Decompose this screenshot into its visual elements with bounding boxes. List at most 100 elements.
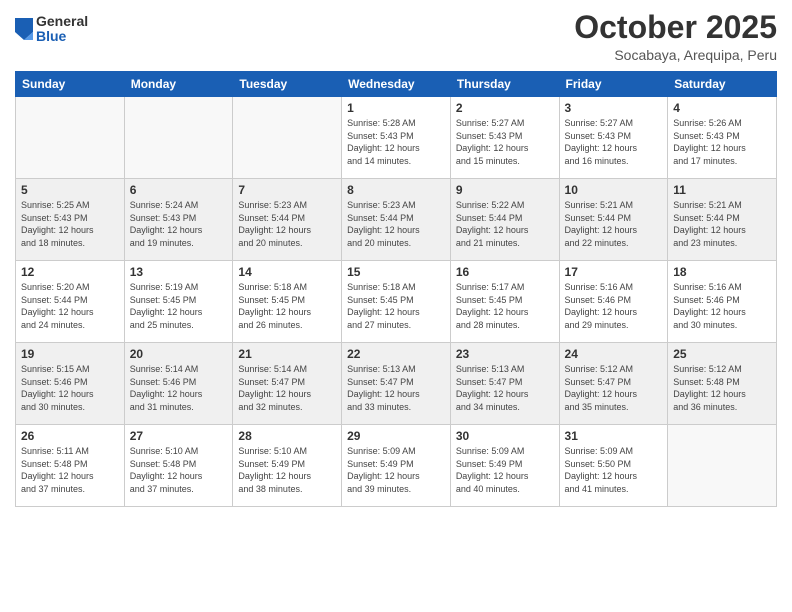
- weekday-header: Tuesday: [233, 72, 342, 97]
- calendar-cell: 14Sunrise: 5:18 AM Sunset: 5:45 PM Dayli…: [233, 261, 342, 343]
- calendar-cell: 3Sunrise: 5:27 AM Sunset: 5:43 PM Daylig…: [559, 97, 668, 179]
- calendar-cell: [233, 97, 342, 179]
- cell-info: Sunrise: 5:28 AM Sunset: 5:43 PM Dayligh…: [347, 117, 445, 167]
- cell-info: Sunrise: 5:27 AM Sunset: 5:43 PM Dayligh…: [456, 117, 554, 167]
- calendar-week-row: 1 Sunrise: 5:28 AM Sunset: 5:43 PM Daylig…: [16, 97, 777, 179]
- cell-info: Sunrise: 5:18 AM Sunset: 5:45 PM Dayligh…: [238, 281, 336, 331]
- day-number: 20: [130, 347, 228, 361]
- month-title: October 2025: [574, 10, 777, 45]
- day-number: 22: [347, 347, 445, 361]
- cell-info: Sunrise: 5:16 AM Sunset: 5:46 PM Dayligh…: [565, 281, 663, 331]
- cell-info: Sunrise: 5:09 AM Sunset: 5:49 PM Dayligh…: [347, 445, 445, 495]
- calendar-week-row: 26Sunrise: 5:11 AM Sunset: 5:48 PM Dayli…: [16, 425, 777, 507]
- calendar-cell: 10 Sunrise: 5:21 AM Sunset: 5:44 PM Dayli…: [559, 179, 668, 261]
- day-number: 15: [347, 265, 445, 279]
- day-number: 31: [565, 429, 663, 443]
- calendar-cell: 9 Sunrise: 5:22 AM Sunset: 5:44 PM Daylig…: [450, 179, 559, 261]
- day-number: 16: [456, 265, 554, 279]
- day-number: 18: [673, 265, 771, 279]
- calendar-header-row: SundayMondayTuesdayWednesdayThursdayFrid…: [16, 72, 777, 97]
- calendar-cell: 12 Sunrise: 5:20 AM Sunset: 5:44 PM Dayli…: [16, 261, 125, 343]
- day-number: 28: [238, 429, 336, 443]
- weekday-header: Wednesday: [342, 72, 451, 97]
- calendar: SundayMondayTuesdayWednesdayThursdayFrid…: [15, 71, 777, 507]
- location-title: Socabaya, Arequipa, Peru: [574, 47, 777, 63]
- cell-info: Sunrise: 5:10 AM Sunset: 5:48 PM Dayligh…: [130, 445, 228, 495]
- weekday-header: Thursday: [450, 72, 559, 97]
- cell-info: Sunrise: 5:19 AM Sunset: 5:45 PM Dayligh…: [130, 281, 228, 331]
- calendar-cell: 28 Sunrise: 5:10 AM Sunset: 5:49 PM Dayli…: [233, 425, 342, 507]
- calendar-cell: 30 Sunrise: 5:09 AM Sunset: 5:49 PM Dayli…: [450, 425, 559, 507]
- calendar-cell: 26Sunrise: 5:11 AM Sunset: 5:48 PM Dayli…: [16, 425, 125, 507]
- cell-info: Sunrise: 5:21 AM Sunset: 5:44 PM Dayligh…: [565, 199, 663, 249]
- cell-info: Sunrise: 5:23 AM Sunset: 5:44 PM Dayligh…: [238, 199, 336, 249]
- calendar-cell: 4 Sunrise: 5:26 AM Sunset: 5:43 PM Daylig…: [668, 97, 777, 179]
- page: General Blue October 2025 Socabaya, Areq…: [0, 0, 792, 612]
- cell-info: Sunrise: 5:14 AM Sunset: 5:47 PM Dayligh…: [238, 363, 336, 413]
- logo: General Blue: [15, 14, 88, 45]
- day-number: 2: [456, 101, 554, 115]
- day-number: 29: [347, 429, 445, 443]
- day-number: 1: [347, 101, 445, 115]
- day-number: 8: [347, 183, 445, 197]
- cell-info: Sunrise: 5:22 AM Sunset: 5:44 PM Dayligh…: [456, 199, 554, 249]
- day-number: 5: [21, 183, 119, 197]
- day-number: 4: [673, 101, 771, 115]
- calendar-cell: 17 Sunrise: 5:16 AM Sunset: 5:46 PM Dayli…: [559, 261, 668, 343]
- logo-general: General: [36, 14, 88, 29]
- cell-info: Sunrise: 5:16 AM Sunset: 5:46 PM Dayligh…: [673, 281, 771, 331]
- calendar-cell: [668, 425, 777, 507]
- cell-info: Sunrise: 5:24 AM Sunset: 5:43 PM Dayligh…: [130, 199, 228, 249]
- cell-info: Sunrise: 5:26 AM Sunset: 5:43 PM Dayligh…: [673, 117, 771, 167]
- day-number: 27: [130, 429, 228, 443]
- day-number: 26: [21, 429, 119, 443]
- calendar-cell: 1 Sunrise: 5:28 AM Sunset: 5:43 PM Daylig…: [342, 97, 451, 179]
- calendar-week-row: 5 Sunrise: 5:25 AM Sunset: 5:43 PM Daylig…: [16, 179, 777, 261]
- calendar-week-row: 12 Sunrise: 5:20 AM Sunset: 5:44 PM Dayli…: [16, 261, 777, 343]
- calendar-cell: 18 Sunrise: 5:16 AM Sunset: 5:46 PM Dayli…: [668, 261, 777, 343]
- day-number: 6: [130, 183, 228, 197]
- cell-info: Sunrise: 5:09 AM Sunset: 5:49 PM Dayligh…: [456, 445, 554, 495]
- cell-info: Sunrise: 5:17 AM Sunset: 5:45 PM Dayligh…: [456, 281, 554, 331]
- cell-info: Sunrise: 5:20 AM Sunset: 5:44 PM Dayligh…: [21, 281, 119, 331]
- weekday-header: Saturday: [668, 72, 777, 97]
- day-number: 21: [238, 347, 336, 361]
- weekday-header: Sunday: [16, 72, 125, 97]
- calendar-cell: 23 Sunrise: 5:13 AM Sunset: 5:47 PM Dayli…: [450, 343, 559, 425]
- calendar-cell: 22 Sunrise: 5:13 AM Sunset: 5:47 PM Dayli…: [342, 343, 451, 425]
- day-number: 10: [565, 183, 663, 197]
- cell-info: Sunrise: 5:21 AM Sunset: 5:44 PM Dayligh…: [673, 199, 771, 249]
- calendar-cell: [124, 97, 233, 179]
- title-area: October 2025 Socabaya, Arequipa, Peru: [574, 10, 777, 63]
- day-number: 23: [456, 347, 554, 361]
- calendar-cell: 15 Sunrise: 5:18 AM Sunset: 5:45 PM Dayli…: [342, 261, 451, 343]
- calendar-cell: 31 Sunrise: 5:09 AM Sunset: 5:50 PM Dayli…: [559, 425, 668, 507]
- day-number: 7: [238, 183, 336, 197]
- day-number: 30: [456, 429, 554, 443]
- calendar-cell: 25Sunrise: 5:12 AM Sunset: 5:48 PM Dayli…: [668, 343, 777, 425]
- cell-info: Sunrise: 5:12 AM Sunset: 5:48 PM Dayligh…: [673, 363, 771, 413]
- calendar-cell: 24Sunrise: 5:12 AM Sunset: 5:47 PM Dayli…: [559, 343, 668, 425]
- day-number: 11: [673, 183, 771, 197]
- calendar-cell: 20 Sunrise: 5:14 AM Sunset: 5:46 PM Dayli…: [124, 343, 233, 425]
- calendar-cell: 13Sunrise: 5:19 AM Sunset: 5:45 PM Dayli…: [124, 261, 233, 343]
- cell-info: Sunrise: 5:12 AM Sunset: 5:47 PM Dayligh…: [565, 363, 663, 413]
- cell-info: Sunrise: 5:23 AM Sunset: 5:44 PM Dayligh…: [347, 199, 445, 249]
- day-number: 9: [456, 183, 554, 197]
- calendar-cell: 6 Sunrise: 5:24 AM Sunset: 5:43 PM Daylig…: [124, 179, 233, 261]
- header-area: General Blue October 2025 Socabaya, Areq…: [15, 10, 777, 63]
- weekday-header: Friday: [559, 72, 668, 97]
- cell-info: Sunrise: 5:13 AM Sunset: 5:47 PM Dayligh…: [456, 363, 554, 413]
- cell-info: Sunrise: 5:25 AM Sunset: 5:43 PM Dayligh…: [21, 199, 119, 249]
- cell-info: Sunrise: 5:14 AM Sunset: 5:46 PM Dayligh…: [130, 363, 228, 413]
- cell-info: Sunrise: 5:27 AM Sunset: 5:43 PM Dayligh…: [565, 117, 663, 167]
- cell-info: Sunrise: 5:10 AM Sunset: 5:49 PM Dayligh…: [238, 445, 336, 495]
- day-number: 17: [565, 265, 663, 279]
- cell-info: Sunrise: 5:13 AM Sunset: 5:47 PM Dayligh…: [347, 363, 445, 413]
- cell-info: Sunrise: 5:18 AM Sunset: 5:45 PM Dayligh…: [347, 281, 445, 331]
- cell-info: Sunrise: 5:09 AM Sunset: 5:50 PM Dayligh…: [565, 445, 663, 495]
- calendar-cell: 8 Sunrise: 5:23 AM Sunset: 5:44 PM Daylig…: [342, 179, 451, 261]
- calendar-cell: 19Sunrise: 5:15 AM Sunset: 5:46 PM Dayli…: [16, 343, 125, 425]
- day-number: 12: [21, 265, 119, 279]
- logo-icon: [15, 18, 33, 40]
